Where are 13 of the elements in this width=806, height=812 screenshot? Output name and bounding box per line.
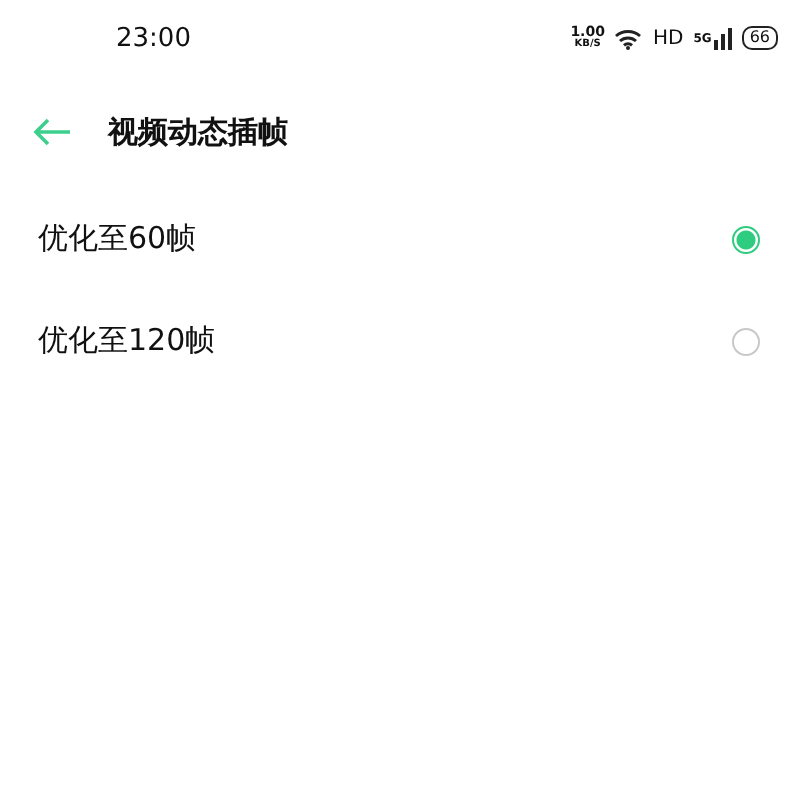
- signal-icon: [713, 27, 732, 49]
- option-label: 优化至60帧: [38, 220, 197, 258]
- option-row[interactable]: 优化至120帧: [0, 290, 806, 392]
- status-time: 23:00: [116, 23, 191, 53]
- wifi-icon: [614, 27, 643, 49]
- back-icon[interactable]: [32, 118, 72, 146]
- radio-button[interactable]: [732, 327, 760, 355]
- battery-level: 66: [741, 26, 778, 50]
- network-type: HD: [652, 27, 684, 49]
- radio-button[interactable]: [732, 225, 760, 253]
- page-title: 视频动态插帧: [108, 113, 288, 151]
- option-label: 优化至120帧: [38, 322, 216, 360]
- option-row[interactable]: 优化至60帧: [0, 188, 806, 290]
